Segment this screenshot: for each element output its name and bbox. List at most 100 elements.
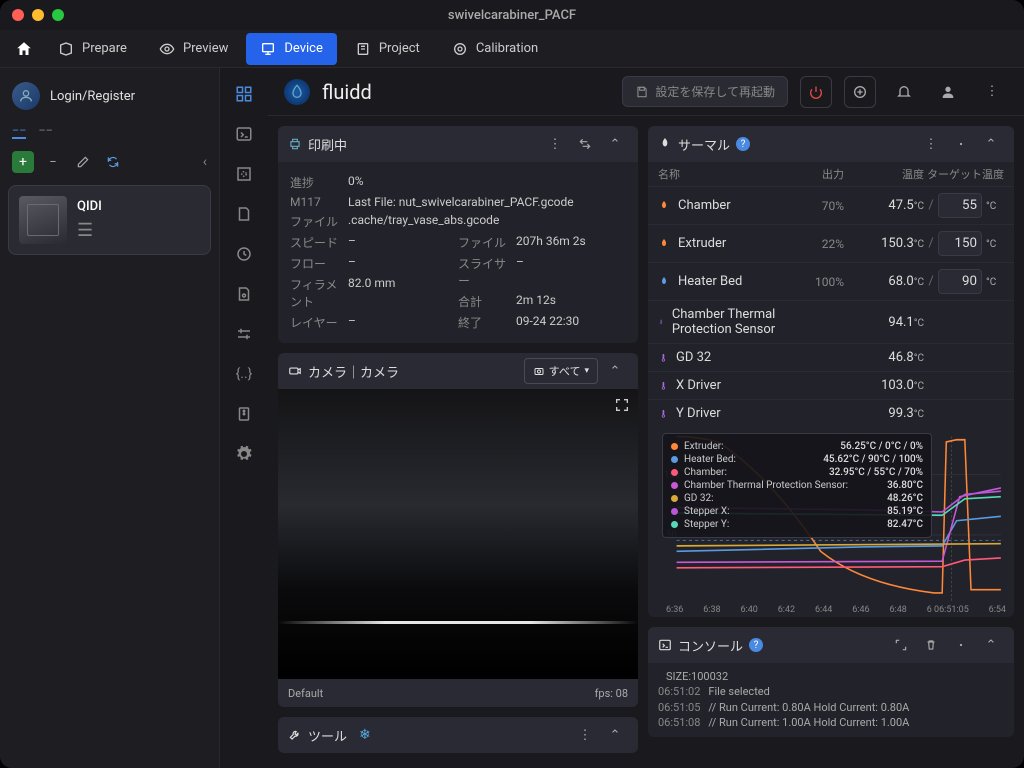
save-restart-button[interactable]: 設定を保存して再起動	[622, 76, 788, 107]
refresh-button[interactable]	[102, 151, 124, 173]
notifications-button[interactable]	[888, 76, 920, 108]
fluidd-main: fluidd 設定を保存して再起動 ⋮	[268, 68, 1024, 768]
nav-project-label: Project	[379, 41, 420, 56]
heater-target-input[interactable]	[938, 269, 982, 294]
sensor-row: Chamber Thermal Protection Sensor 94.1°C	[648, 300, 1014, 343]
rail-config-icon[interactable]: {..}	[226, 356, 262, 392]
heater-name: Heater Bed	[678, 274, 742, 289]
thermometer-icon	[658, 315, 664, 329]
avatar-icon	[12, 82, 40, 110]
heater-power: 22%	[794, 237, 844, 251]
sensor-name: Y Driver	[676, 406, 721, 421]
sensor-row: Y Driver 99.3°C	[648, 399, 1014, 427]
sidebar-tab-1[interactable]: ––	[12, 124, 26, 139]
heater-temp: 47.5°C	[844, 198, 924, 213]
sensor-temp: 99.3°C	[844, 406, 924, 421]
calibration-icon	[452, 41, 468, 57]
flame-icon	[658, 238, 670, 250]
camera-icon	[288, 364, 302, 378]
sensor-name: X Driver	[676, 378, 721, 393]
thermal-collapse-icon[interactable]: ⌃	[978, 131, 1004, 157]
heater-power: 70%	[794, 199, 844, 213]
heater-target-input[interactable]	[938, 231, 982, 256]
nav-preview[interactable]: Preview	[145, 33, 242, 65]
fluidd-title: fluidd	[322, 80, 372, 104]
sidebar-tab-2[interactable]: ––	[38, 124, 52, 139]
camera-collapse-icon[interactable]: ⌃	[602, 358, 628, 384]
login-register[interactable]: Login/Register	[8, 76, 211, 116]
save-icon	[635, 85, 649, 99]
console-clear-icon[interactable]	[918, 632, 944, 658]
nav-preview-label: Preview	[183, 41, 228, 56]
close-window[interactable]	[12, 9, 24, 21]
help-icon[interactable]: ?	[749, 638, 763, 652]
add-printer-button[interactable]: +	[12, 151, 34, 173]
power-button[interactable]	[800, 76, 832, 108]
fullscreen-icon[interactable]	[614, 397, 630, 417]
console-settings-icon[interactable]	[948, 632, 974, 658]
tools-more-icon[interactable]: ⋮	[572, 722, 598, 748]
home-button[interactable]	[8, 33, 40, 65]
console-output[interactable]: SIZE:10003206:51:02File selected06:51:05…	[648, 663, 1014, 737]
thermometer-icon	[658, 407, 668, 421]
tools-collapse-icon[interactable]: ⌃	[602, 722, 628, 748]
console-collapse-icon[interactable]: ⌃	[978, 632, 1004, 658]
fluidd-header: fluidd 設定を保存して再起動 ⋮	[268, 68, 1024, 116]
heater-temp: 68.0°C	[844, 274, 924, 289]
help-icon[interactable]: ?	[736, 137, 750, 151]
flame-icon	[658, 276, 670, 288]
nav-project[interactable]: Project	[341, 33, 434, 65]
nav-calibration-label: Calibration	[476, 41, 538, 56]
printer-name: QIDI	[77, 199, 102, 214]
more-button[interactable]: ⋮	[976, 76, 1008, 108]
rail-timelapse-icon[interactable]	[226, 276, 262, 312]
rail-tune-icon[interactable]	[226, 316, 262, 352]
upload-button[interactable]	[844, 76, 876, 108]
nav-prepare[interactable]: Prepare	[44, 33, 141, 65]
edit-button[interactable]	[72, 151, 94, 173]
titlebar: swivelcarabiner_PACF	[0, 0, 1024, 30]
rail-settings-icon[interactable]	[226, 436, 262, 472]
printer-thumbnail	[19, 196, 67, 244]
project-icon	[355, 41, 371, 57]
console-title: コンソール ?	[658, 636, 763, 655]
maximize-window[interactable]	[52, 9, 64, 21]
nav-calibration[interactable]: Calibration	[438, 33, 552, 65]
console-expand-icon[interactable]	[888, 632, 914, 658]
user-button[interactable]	[932, 76, 964, 108]
top-nav: Prepare Preview Device Project Calibrati…	[0, 30, 1024, 68]
camera-all-button[interactable]: すべて ▾	[524, 358, 598, 384]
camera-card: カメラ｜カメラ すべて ▾ ⌃	[278, 353, 638, 707]
print-more-icon[interactable]: ⋮	[542, 131, 568, 157]
print-reorder-icon[interactable]	[572, 131, 598, 157]
rail-dashboard[interactable]	[226, 76, 262, 112]
camera-view[interactable]	[278, 389, 638, 679]
camera-small-icon	[533, 365, 545, 377]
remove-printer-button[interactable]: −	[42, 151, 64, 173]
heater-power: 100%	[794, 275, 844, 289]
thermal-more-icon[interactable]: ⋮	[918, 131, 944, 157]
rail-system-icon[interactable]	[226, 396, 262, 432]
sidebar-tabs: –– ––	[8, 124, 211, 139]
rail-jobs-icon[interactable]	[226, 196, 262, 232]
rail-gcode-icon[interactable]	[226, 156, 262, 192]
thermal-card: サーマル ? ⋮ ⌃ 名称 出力 温度	[648, 126, 1014, 617]
print-status-card: 印刷中 ⋮ ⌃ 進捗0% M117Last File: nut_swivelca…	[278, 126, 638, 343]
minimize-window[interactable]	[32, 9, 44, 21]
rail-console-icon[interactable]	[226, 116, 262, 152]
sensor-row: GD 32 46.8°C	[648, 343, 1014, 371]
printer-card[interactable]: QIDI ☰	[8, 185, 211, 255]
heater-target-input[interactable]	[938, 193, 982, 218]
thermal-settings-icon[interactable]	[948, 131, 974, 157]
print-collapse-icon[interactable]: ⌃	[602, 131, 628, 157]
traffic-lights	[12, 9, 64, 21]
thermal-title: サーマル ?	[658, 135, 750, 154]
nav-device[interactable]: Device	[246, 33, 337, 65]
thermal-chart[interactable]: Extruder:56.25°C / 0°C / 0%Heater Bed:45…	[648, 427, 1014, 617]
heater-row: Extruder 22% 150.3°C / °C	[648, 224, 1014, 262]
collapse-sidebar[interactable]: ‹	[203, 154, 207, 170]
fluidd-logo-icon	[284, 79, 310, 105]
printer-menu-icon[interactable]: ☰	[77, 220, 102, 241]
rail-history-icon[interactable]	[226, 236, 262, 272]
snowflake-icon[interactable]: ❄	[359, 727, 371, 743]
